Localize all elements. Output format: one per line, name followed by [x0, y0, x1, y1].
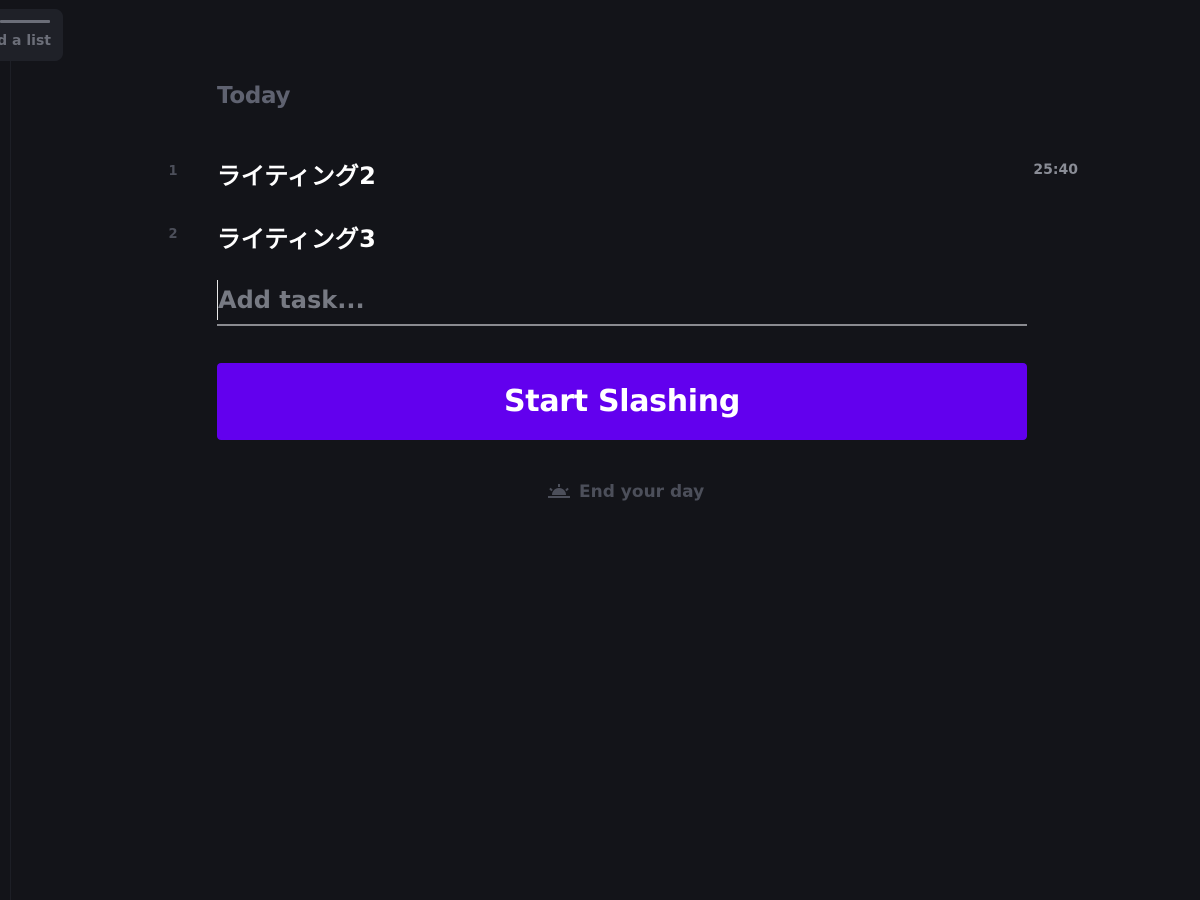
end-day-label: End your day — [579, 482, 705, 502]
list-title: Today — [217, 83, 291, 109]
task-time: 25:40 — [1033, 162, 1078, 178]
add-list-button[interactable]: d a list — [0, 9, 63, 61]
start-slashing-button[interactable]: Start Slashing — [217, 363, 1027, 440]
task-number: 2 — [168, 227, 178, 242]
sunset-icon — [547, 484, 571, 500]
task-row[interactable]: 1 ライティング2 25:40 — [160, 153, 1080, 193]
task-number: 1 — [168, 164, 178, 179]
add-list-label: d a list — [0, 33, 51, 49]
add-list-bar — [0, 20, 50, 23]
add-task-field[interactable] — [217, 280, 1028, 326]
task-name[interactable]: ライティング2 — [217, 156, 376, 191]
end-day-button[interactable]: End your day — [547, 480, 704, 504]
add-task-input[interactable] — [217, 280, 1028, 320]
task-name[interactable]: ライティング3 — [217, 219, 376, 254]
task-row[interactable]: 2 ライティング3 — [160, 216, 1080, 256]
sidebar-divider — [10, 60, 11, 900]
